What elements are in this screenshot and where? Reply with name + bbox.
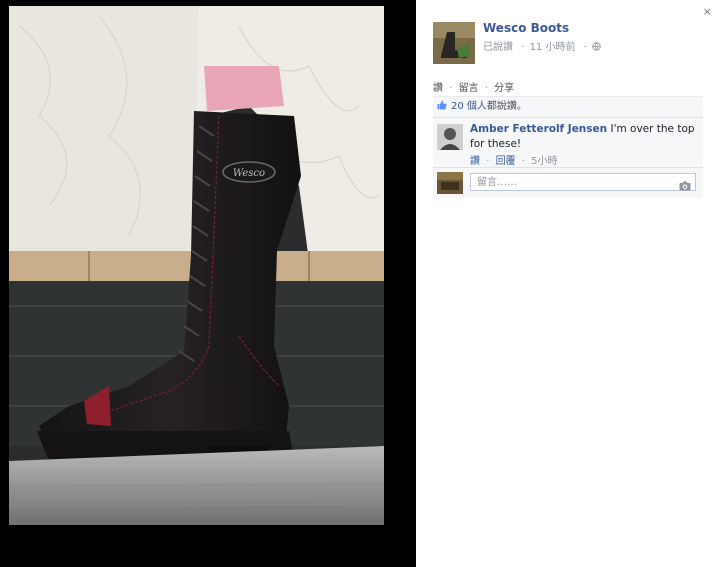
comment-timestamp[interactable]: 5小時 — [531, 156, 557, 167]
boot-logo-text: Wesco — [233, 168, 265, 179]
liked-status[interactable]: 已說讚 — [483, 42, 513, 53]
feedback-section: 20 個人都說讚。 Amber Fetterolf Jensen I'm ove… — [433, 96, 703, 198]
post-actions: 讚 · 留言 · 分享 — [433, 79, 514, 94]
commenter-avatar[interactable] — [437, 124, 463, 150]
like-action[interactable]: 讚 — [433, 83, 443, 94]
action-dot: · — [484, 83, 488, 94]
comment-meta-dot: · — [521, 156, 525, 167]
likes-count-link[interactable]: 20 個人 — [451, 101, 487, 112]
page-avatar[interactable] — [433, 22, 475, 64]
comment-author-link[interactable]: Amber Fetterolf Jensen — [470, 123, 607, 135]
photo-viewer: Wesco — [0, 0, 416, 567]
comment-meta: 讚 · 回覆 · 5小時 — [470, 154, 695, 169]
share-action[interactable]: 分享 — [494, 83, 514, 94]
comment-composer: 留言…… — [433, 168, 703, 198]
likes-suffix: 都說讚。 — [486, 101, 527, 112]
boot-photo-image: Wesco — [9, 6, 384, 525]
post-photo[interactable]: Wesco — [9, 6, 384, 525]
page-name-link[interactable]: Wesco Boots — [483, 21, 569, 35]
action-dot: · — [449, 83, 453, 94]
comment-reply-link[interactable]: 回覆 — [496, 156, 516, 167]
camera-icon[interactable] — [679, 176, 691, 191]
viewer-avatar-image — [437, 172, 463, 194]
comment-like-link[interactable]: 讚 — [470, 156, 480, 167]
likes-summary: 20 個人都說讚。 — [433, 97, 703, 118]
comment-body: Amber Fetterolf Jensen I'm over the top … — [470, 122, 695, 169]
comment-item: Amber Fetterolf Jensen I'm over the top … — [433, 118, 703, 168]
post-meta: 已說讚 · 11 小時前 · — [483, 38, 603, 53]
comment-input[interactable]: 留言…… — [470, 173, 696, 191]
page-avatar-image — [433, 22, 475, 64]
post-side-panel: × Wesco Boots 已說讚 · 11 小時前 · 讚 · 留言 · 分享… — [416, 0, 720, 567]
meta-dot: · — [583, 42, 587, 53]
comment-action[interactable]: 留言 — [459, 83, 479, 94]
close-button[interactable]: × — [703, 5, 712, 18]
thumbs-up-icon — [437, 98, 447, 110]
viewer-avatar — [437, 172, 463, 194]
commenter-avatar-image — [437, 124, 463, 150]
meta-dot: · — [521, 42, 525, 53]
globe-icon — [592, 42, 601, 53]
comment-meta-dot: · — [486, 156, 490, 167]
post-timestamp[interactable]: 11 小時前 — [530, 42, 576, 53]
